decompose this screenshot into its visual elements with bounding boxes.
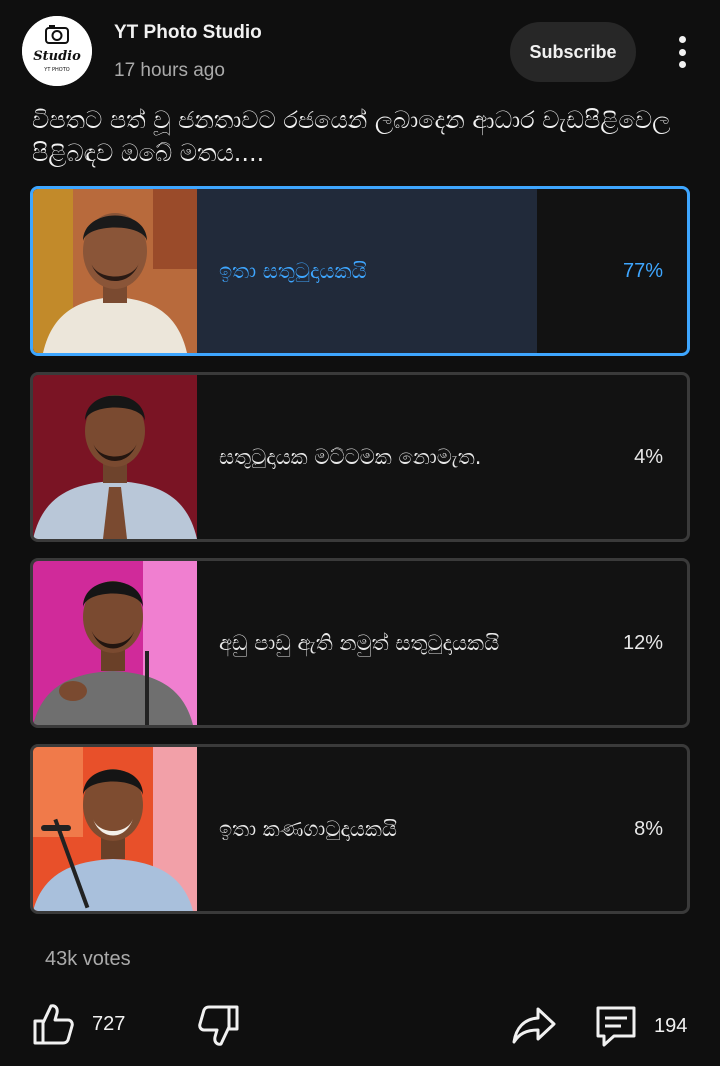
poll-option-label: සතුටුදායක මට්ටමක නොමැත. (219, 444, 482, 469)
poll-option-percent: 12% (622, 631, 663, 654)
like-count: 727 (92, 1012, 126, 1035)
poll-option-label: ඉතා සතුටුදායකයි (219, 258, 367, 283)
poll-option-percent: 8% (634, 817, 663, 840)
thumbs-up-icon (33, 1004, 74, 1045)
poll-option-percent: 4% (634, 445, 663, 468)
vote-count: 43k votes (45, 948, 131, 970)
post-time: 17 hours ago (114, 60, 225, 81)
poll-option-percent: 77% (622, 259, 663, 282)
like-button[interactable]: 727 (32, 1002, 125, 1046)
poll-option-3[interactable]: අඩු පාඩු ඇති නමුත් සතුටුදායකයි 12% (30, 558, 690, 728)
comments-button[interactable]: 194 (594, 1004, 687, 1048)
poll-option-4[interactable]: ඉතා කණගාටුදායකයි 8% (30, 744, 690, 914)
channel-name[interactable]: YT Photo Studio (114, 22, 262, 44)
option-photo (33, 747, 197, 911)
option-photo (33, 375, 197, 539)
share-icon (512, 1007, 556, 1044)
channel-avatar[interactable]: Studio YT PHOTO (22, 16, 92, 86)
post-header: Studio YT PHOTO YT Photo Studio 17 hours… (0, 0, 720, 100)
more-options-icon[interactable] (664, 34, 700, 70)
svg-text:Studio: Studio (33, 49, 81, 64)
poll-question: විපතට පත් වූ ජනතාවට රජයෙන් ලබාදෙන ආධාර ව… (32, 106, 671, 167)
studio-logo-icon: Studio YT PHOTO (22, 16, 92, 86)
option-photo (33, 561, 197, 725)
comment-count: 194 (654, 1014, 688, 1037)
share-button[interactable] (512, 1006, 556, 1044)
poll-option-label: ඉතා කණගාටුදායකයි (219, 816, 398, 841)
subscribe-button[interactable]: Subscribe (510, 22, 636, 82)
poll-option-label: අඩු පාඩු ඇති නමුත් සතුටුදායකයි (219, 630, 500, 655)
poll-option-2[interactable]: සතුටුදායක මට්ටමක නොමැත. 4% (30, 372, 690, 542)
comment-icon (596, 1006, 636, 1047)
action-bar: 727 194 (0, 996, 720, 1060)
option-photo (33, 189, 197, 353)
thumbs-down-icon (198, 1005, 239, 1046)
dislike-button[interactable] (198, 1004, 240, 1048)
svg-text:YT PHOTO: YT PHOTO (43, 67, 69, 73)
poll-option-1[interactable]: ඉතා සතුටුදායකයි 77% (30, 186, 690, 356)
